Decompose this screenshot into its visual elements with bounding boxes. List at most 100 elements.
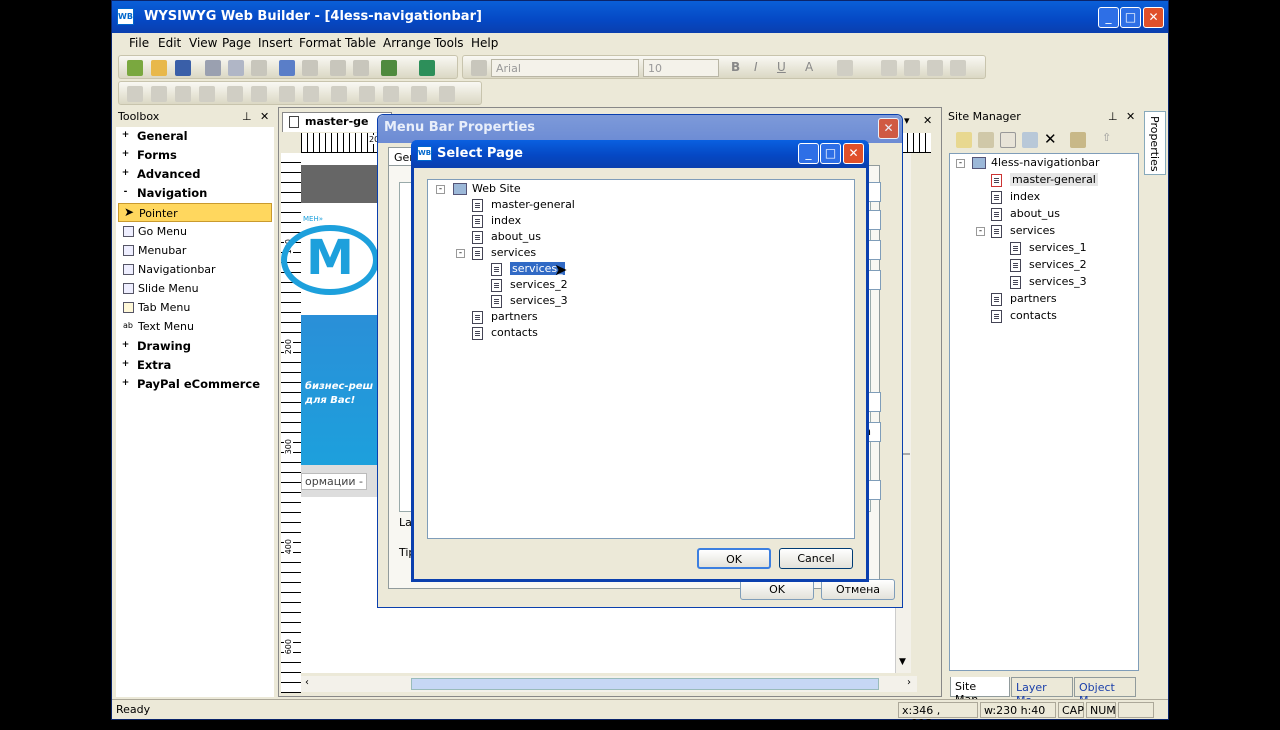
- save-icon[interactable]: [175, 60, 191, 76]
- menu-view[interactable]: View: [189, 36, 217, 50]
- size-icon[interactable]: [303, 86, 319, 102]
- tree-node-index[interactable]: index: [472, 214, 521, 230]
- tree-node-services-3[interactable]: services_3: [491, 294, 568, 310]
- tree-node-about-us[interactable]: about_us: [991, 207, 1060, 223]
- align-objects-icon-2[interactable]: [175, 86, 191, 102]
- order-icon[interactable]: [227, 86, 243, 102]
- italic-icon[interactable]: I: [754, 60, 770, 76]
- copy-icon[interactable]: [228, 60, 244, 76]
- scroll-left-icon[interactable]: ‹: [305, 677, 309, 688]
- collapse-icon[interactable]: -: [976, 227, 985, 236]
- text-style-icon[interactable]: [471, 60, 487, 76]
- maximize-button[interactable]: □: [1120, 7, 1141, 28]
- new-page-icon[interactable]: [956, 132, 972, 148]
- tab-object-manager[interactable]: Object M...: [1074, 677, 1136, 707]
- align-right-icon[interactable]: [927, 60, 943, 76]
- lock-icon[interactable]: [411, 86, 427, 102]
- group-icon[interactable]: [279, 86, 295, 102]
- dialog-ok-button[interactable]: OK: [740, 579, 814, 600]
- tree-node-services-2[interactable]: services_2: [491, 278, 568, 294]
- collapse-icon[interactable]: -: [956, 159, 965, 168]
- menu-table[interactable]: Table: [345, 36, 376, 50]
- tab-scroll-icon[interactable]: ▾: [904, 114, 910, 127]
- font-size-select[interactable]: 10: [643, 59, 719, 77]
- justify-icon[interactable]: [950, 60, 966, 76]
- select-cancel-button[interactable]: Cancel: [779, 548, 853, 569]
- tree-node-services-3[interactable]: services_3: [1010, 275, 1087, 291]
- close-button[interactable]: ✕: [843, 143, 864, 164]
- tree-node-services[interactable]: services: [472, 246, 536, 262]
- tree-root[interactable]: 4less-navigationbar: [972, 156, 1100, 172]
- layer-icon[interactable]: [439, 86, 455, 102]
- menu-tools[interactable]: Tools: [434, 36, 464, 50]
- font-family-select[interactable]: Arial: [491, 59, 639, 77]
- scroll-down-icon[interactable]: ▼: [899, 657, 906, 667]
- item-menubar[interactable]: Menubar: [118, 241, 272, 260]
- cut-icon[interactable]: [205, 60, 221, 76]
- highlight-icon[interactable]: [837, 60, 853, 76]
- group-navigation[interactable]: - Navigation: [116, 184, 274, 203]
- dialog-close-button[interactable]: ✕: [878, 118, 899, 139]
- copy-page-icon[interactable]: [1000, 132, 1016, 148]
- item-navigationbar[interactable]: Navigationbar: [118, 260, 272, 279]
- publish-icon[interactable]: [419, 60, 435, 76]
- menu-arrange[interactable]: Arrange: [383, 36, 431, 50]
- preview-icon[interactable]: [381, 60, 397, 76]
- select-ok-button[interactable]: OK: [697, 548, 771, 569]
- item-text-menu[interactable]: ab Text Menu: [118, 317, 272, 336]
- group-forms[interactable]: + Forms: [116, 146, 274, 165]
- pin-icon[interactable]: ⊥: [1108, 110, 1118, 123]
- site-properties-icon[interactable]: [1070, 132, 1086, 148]
- scroll-thumb[interactable]: [411, 678, 879, 690]
- minimize-button[interactable]: _: [798, 143, 819, 164]
- paste-icon[interactable]: [251, 60, 267, 76]
- close-button[interactable]: ✕: [1143, 7, 1164, 28]
- align-center-icon[interactable]: [904, 60, 920, 76]
- tree-node-contacts[interactable]: contacts: [991, 309, 1057, 325]
- group-paypal[interactable]: + PayPal eCommerce: [116, 375, 274, 394]
- tree-node-services-1[interactable]: services_1: [1010, 241, 1087, 257]
- align-left-icon[interactable]: [881, 60, 897, 76]
- tree-node-contacts[interactable]: contacts: [472, 326, 538, 342]
- horizontal-scrollbar[interactable]: ‹ ›: [301, 676, 917, 692]
- tab-layer-manager[interactable]: Layer Ma...: [1011, 677, 1073, 707]
- tree-node-master-general[interactable]: master-general: [472, 198, 575, 214]
- tree-node-index[interactable]: index: [991, 190, 1040, 206]
- tree-node-services-2[interactable]: services_2: [1010, 258, 1087, 274]
- align-icon[interactable]: [127, 86, 143, 102]
- tree-node-master-general[interactable]: master-general: [991, 173, 1098, 189]
- new-icon[interactable]: [127, 60, 143, 76]
- rotate-icon[interactable]: [331, 86, 347, 102]
- grid-icon[interactable]: [359, 86, 375, 102]
- find-icon[interactable]: [330, 60, 346, 76]
- menu-page[interactable]: Page: [222, 36, 251, 50]
- menu-file[interactable]: File: [129, 36, 149, 50]
- properties-side-tab[interactable]: Properties: [1144, 111, 1166, 175]
- menu-help[interactable]: Help: [471, 36, 498, 50]
- menu-format[interactable]: Format: [299, 36, 341, 50]
- close-icon[interactable]: ✕: [1126, 110, 1135, 123]
- page-properties-icon[interactable]: [1022, 132, 1038, 148]
- minimize-button[interactable]: _: [1098, 7, 1119, 28]
- collapse-icon[interactable]: -: [456, 249, 465, 258]
- redo-icon[interactable]: [302, 60, 318, 76]
- move-up-icon[interactable]: ⇧: [1102, 131, 1111, 144]
- close-document-icon[interactable]: ✕: [923, 114, 932, 127]
- maximize-button[interactable]: □: [820, 143, 841, 164]
- group-general[interactable]: + General: [116, 127, 274, 146]
- close-icon[interactable]: ✕: [260, 110, 269, 123]
- open-icon[interactable]: [151, 60, 167, 76]
- order-icon-2[interactable]: [251, 86, 267, 102]
- symbol-icon[interactable]: [353, 60, 369, 76]
- align-objects-icon-3[interactable]: [199, 86, 215, 102]
- tree-node-partners[interactable]: partners: [472, 310, 538, 326]
- new-folder-icon[interactable]: [978, 132, 994, 148]
- scroll-right-icon[interactable]: ›: [907, 677, 911, 688]
- menu-insert[interactable]: Insert: [258, 36, 292, 50]
- underline-icon[interactable]: U: [777, 60, 793, 76]
- snap-icon[interactable]: [383, 86, 399, 102]
- menu-edit[interactable]: Edit: [158, 36, 181, 50]
- font-color-icon[interactable]: A: [805, 60, 821, 76]
- item-go-menu[interactable]: Go Menu: [118, 222, 272, 241]
- dialog-cancel-button[interactable]: Отмена: [821, 579, 895, 600]
